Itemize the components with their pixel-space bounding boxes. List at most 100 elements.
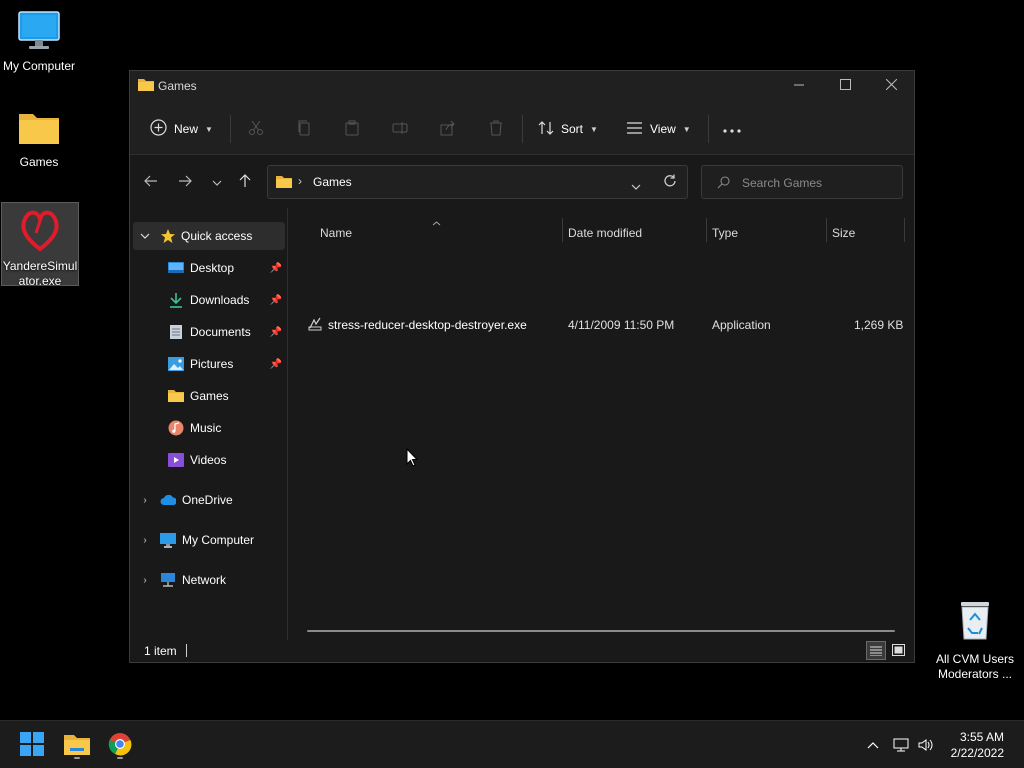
arrow-right-icon [178, 175, 192, 190]
pin-icon[interactable]: 📌 [270, 359, 282, 370]
volume-icon[interactable] [917, 736, 935, 754]
nav-music[interactable]: Music [130, 414, 286, 442]
desktop-icon-label-line2: ator.exe [18, 274, 62, 288]
folder-icon [276, 175, 292, 192]
nav-label: Quick access [181, 229, 253, 243]
more-options-button[interactable] [722, 119, 742, 139]
pin-icon[interactable]: 📌 [270, 295, 282, 306]
mouse-cursor-icon [406, 447, 419, 470]
chevron-right-icon[interactable]: › [140, 495, 150, 506]
new-button[interactable]: New ▼ [150, 117, 213, 141]
view-button[interactable]: View ▼ [626, 117, 691, 141]
recent-locations-button[interactable] [206, 172, 228, 192]
breadcrumb-games[interactable]: Games [313, 175, 352, 189]
nav-games[interactable]: Games [130, 382, 286, 410]
delete-button[interactable] [486, 119, 506, 139]
file-explorer-window: Games New ▼ Sort ▼ View ▼ › Games Search… [129, 70, 915, 663]
cut-button[interactable] [246, 119, 266, 139]
arrow-left-icon [144, 175, 158, 190]
nav-label: Desktop [190, 261, 235, 275]
nav-onedrive[interactable]: › OneDrive [130, 486, 286, 514]
nav-label: Downloads [190, 293, 250, 307]
column-header-date-modified[interactable]: Date modified [568, 222, 703, 244]
share-button[interactable] [438, 119, 458, 139]
chevron-down-icon: ▼ [205, 124, 213, 134]
nav-downloads[interactable]: Downloads 📌 [130, 286, 286, 314]
nav-desktop[interactable]: Desktop 📌 [130, 254, 286, 282]
minimize-button[interactable] [776, 71, 822, 101]
desktop-icon-yandere[interactable]: YandereSimul ator.exe [1, 202, 79, 288]
monitor-icon [17, 10, 61, 56]
show-hidden-icons-chevron-up-icon[interactable] [864, 736, 882, 754]
system-clock[interactable]: 3:55 AM 2/22/2022 [951, 729, 1004, 761]
pin-icon[interactable]: 📌 [270, 327, 282, 338]
network-status-icon[interactable] [892, 736, 910, 754]
nav-label: Documents [190, 325, 251, 339]
nav-quick-access[interactable]: Quick access [133, 222, 285, 250]
file-name: stress-reducer-desktop-destroyer.exe [328, 318, 527, 332]
table-row[interactable]: stress-reducer-desktop-destroyer.exe 4/1… [303, 313, 903, 337]
nav-label: Games [190, 389, 229, 403]
desktop-icon-recycle-bin[interactable]: All CVM Users Moderators ... [934, 598, 1016, 682]
paste-button[interactable] [342, 119, 362, 139]
paste-icon [344, 120, 360, 139]
windows-start-icon [20, 731, 44, 759]
back-button[interactable] [140, 172, 162, 192]
file-explorer-icon [64, 733, 90, 758]
taskbar-file-explorer[interactable] [61, 729, 93, 761]
column-header-size[interactable]: Size [832, 222, 902, 244]
desktop-icon-label-line2: Moderators ... [937, 667, 1013, 681]
nav-videos[interactable]: Videos [130, 446, 286, 474]
forward-button[interactable] [174, 172, 196, 192]
taskbar-chrome[interactable] [104, 729, 136, 761]
application-icon [307, 316, 323, 335]
refresh-icon[interactable] [663, 174, 677, 191]
large-icons-view-icon[interactable] [890, 642, 906, 658]
column-header-type[interactable]: Type [712, 222, 822, 244]
column-divider[interactable] [706, 218, 707, 242]
navigation-pane: Quick access Desktop 📌 Downloads 📌 Docum… [130, 208, 288, 640]
view-list-icon [626, 121, 643, 138]
download-icon [168, 292, 184, 308]
nav-my-computer[interactable]: › My Computer [130, 526, 286, 554]
copy-icon [296, 120, 312, 139]
close-button[interactable] [868, 71, 914, 101]
maximize-button[interactable] [822, 71, 868, 101]
desktop-icon-my-computer[interactable]: My Computer [0, 10, 78, 74]
column-header-name[interactable]: Name [320, 222, 560, 244]
breadcrumb-chevron-icon: › [298, 174, 302, 188]
copy-button[interactable] [294, 119, 314, 139]
address-bar[interactable]: › Games [267, 165, 688, 199]
cloud-icon [160, 492, 176, 508]
recycle-bin-icon [955, 598, 995, 646]
address-dropdown-icon[interactable] [631, 179, 641, 193]
sort-button[interactable]: Sort ▼ [538, 117, 598, 141]
command-bar: New ▼ Sort ▼ View ▼ [130, 103, 914, 155]
column-divider[interactable] [562, 218, 563, 242]
title-bar[interactable]: Games [130, 71, 914, 103]
nav-label: OneDrive [182, 493, 233, 507]
details-view-icon[interactable] [866, 641, 886, 660]
minimize-icon [794, 79, 804, 93]
nav-network[interactable]: › Network [130, 566, 286, 594]
desktop-icon-label: Games [19, 155, 59, 169]
column-divider[interactable] [826, 218, 827, 242]
horizontal-scrollbar[interactable] [307, 630, 895, 632]
column-divider[interactable] [904, 218, 905, 242]
up-button[interactable] [234, 172, 256, 192]
chevron-right-icon[interactable]: › [140, 535, 150, 546]
rename-button[interactable] [390, 119, 410, 139]
chevron-down-icon[interactable] [140, 231, 150, 242]
videos-icon [168, 452, 184, 468]
nav-documents[interactable]: Documents 📌 [130, 318, 286, 346]
search-box[interactable]: Search Games [701, 165, 903, 199]
nav-pictures[interactable]: Pictures 📌 [130, 350, 286, 378]
new-label: New [174, 122, 199, 136]
folder-icon [17, 108, 61, 152]
start-button[interactable] [16, 729, 48, 761]
item-count: 1 item [144, 644, 177, 658]
file-type: Application [712, 318, 771, 332]
chevron-right-icon[interactable]: › [140, 575, 150, 586]
pin-icon[interactable]: 📌 [270, 263, 282, 274]
desktop-icon-games[interactable]: Games [0, 108, 78, 170]
